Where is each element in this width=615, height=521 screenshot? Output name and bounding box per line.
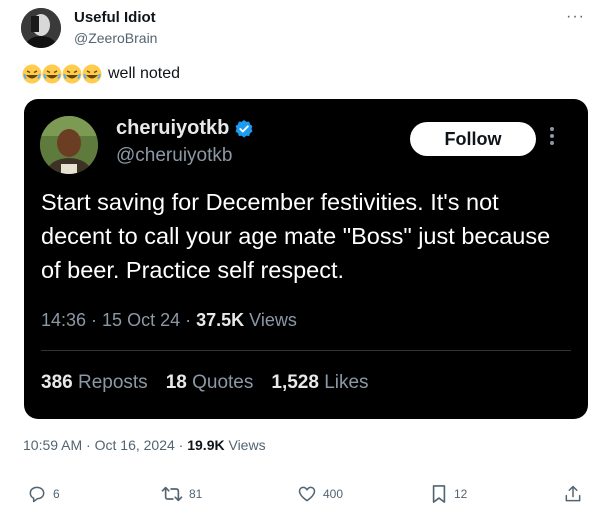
quoted-tweet-body: Start saving for December festivities. I…	[41, 189, 551, 283]
divider	[41, 350, 571, 351]
laughing-emoji-icon	[42, 64, 62, 84]
quoted-time[interactable]: 14:36	[41, 310, 86, 330]
laughing-emoji-icon	[82, 64, 102, 84]
quoted-views-label: Views	[249, 310, 297, 330]
quoted-likes-label: Likes	[324, 372, 369, 393]
bookmark-button[interactable]: 12	[430, 484, 467, 504]
quoted-author-name-label: cheruiyotkb	[116, 117, 230, 139]
reply-count: 6	[53, 487, 60, 501]
quoted-avatar-image	[40, 116, 98, 174]
quoted-date[interactable]: 15 Oct 24	[102, 310, 180, 330]
reply-button[interactable]: 6	[27, 484, 60, 504]
more-horizontal-icon[interactable]: ···	[566, 8, 585, 26]
quoted-reposts-stat[interactable]: 386 Reposts	[41, 372, 148, 394]
tweet-text-label: well noted	[108, 65, 181, 82]
repost-button[interactable]: 81	[161, 484, 202, 504]
avatar-image	[21, 8, 61, 48]
author-avatar[interactable]	[21, 8, 61, 48]
quoted-quotes-label: Quotes	[192, 372, 254, 393]
share-icon	[565, 485, 581, 502]
laughing-emoji-icon	[22, 64, 42, 84]
quoted-reposts-label: Reposts	[77, 372, 148, 393]
laughing-emoji-icon	[62, 64, 82, 84]
author-name[interactable]: Useful Idiot	[74, 9, 156, 26]
tweet-time[interactable]: 10:59 AM	[23, 437, 82, 453]
repost-icon	[161, 486, 183, 502]
share-button[interactable]	[563, 484, 583, 509]
like-button[interactable]: 400	[297, 484, 343, 504]
bookmark-count: 12	[454, 487, 468, 501]
reply-icon	[29, 486, 45, 503]
repost-count: 81	[189, 487, 203, 501]
quoted-likes-count: 1,528	[271, 372, 319, 393]
bookmark-icon	[432, 485, 446, 503]
like-count: 400	[323, 487, 344, 501]
more-vertical-icon[interactable]	[550, 127, 556, 148]
heart-icon	[298, 486, 316, 502]
tweet-text: well noted	[22, 64, 180, 84]
quoted-author-handle[interactable]: @cheruiyotkb	[116, 145, 232, 167]
quoted-quotes-count: 18	[165, 372, 187, 393]
quoted-likes-stat[interactable]: 1,528 Likes	[271, 372, 368, 394]
quoted-stats: 386 Reposts 18 Quotes 1,528 Likes	[41, 372, 369, 394]
quoted-quotes-stat[interactable]: 18 Quotes	[166, 372, 254, 394]
tweet-views-label: Views	[228, 437, 266, 453]
quoted-author-name[interactable]: cheruiyotkb	[116, 117, 254, 140]
quoted-reposts-count: 386	[41, 372, 73, 393]
tweet-views-count: 19.9K	[187, 437, 225, 453]
author-handle[interactable]: @ZeeroBrain	[74, 30, 157, 46]
tweet-timestamp: 10:59 AM · Oct 16, 2024 · 19.9K Views	[23, 437, 266, 453]
quoted-tweet-meta: 14:36 · 15 Oct 24 · 37.5K Views	[41, 310, 297, 330]
quoted-views-count: 37.5K	[196, 310, 245, 330]
quoted-tweet-card[interactable]: cheruiyotkb @cheruiyotkb Follow Start sa…	[24, 99, 588, 419]
quoted-author-avatar[interactable]	[40, 116, 98, 174]
tweet-date[interactable]: Oct 16, 2024	[95, 437, 175, 453]
verified-badge-icon	[235, 119, 253, 138]
follow-button[interactable]: Follow	[410, 122, 536, 156]
